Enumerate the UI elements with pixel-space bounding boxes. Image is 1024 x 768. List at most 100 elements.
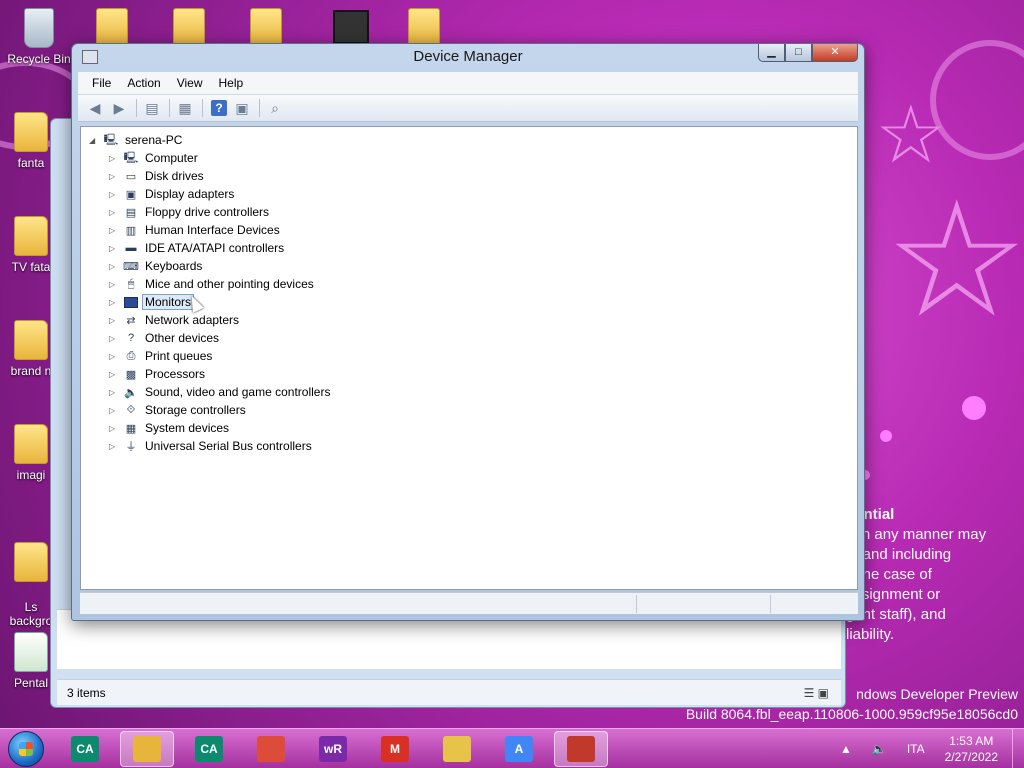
recycle-bin-icon (24, 8, 54, 48)
menu-view[interactable]: View (169, 76, 211, 90)
status-segment (770, 595, 771, 613)
view-toggle-icons[interactable]: ☰ ▣ (804, 686, 829, 700)
show-hidden-icons-arrow[interactable]: ▲ (840, 742, 852, 756)
scan-hardware-changes-icon[interactable]: ⌕ (264, 98, 286, 118)
tree-item-label: Keyboards (145, 259, 203, 273)
wr-icon: wR (319, 735, 347, 762)
collapse-arrow-icon[interactable]: ◢ (89, 136, 99, 145)
tree-root[interactable]: ◢ 🖳 serena-PC (89, 131, 182, 149)
expand-arrow-icon[interactable]: ▷ (109, 172, 119, 181)
tree-item[interactable]: ▷ ⇄ Network adapters (109, 311, 239, 329)
status-segment (636, 595, 637, 613)
show-desktop-button[interactable] (1012, 729, 1024, 768)
credit-agricole-icon: CA (195, 735, 223, 762)
clock[interactable]: 1:53 AM 2/27/2022 (945, 733, 998, 765)
credit-agricole-icon: CA (71, 735, 99, 762)
start-button[interactable] (8, 730, 44, 767)
expand-arrow-icon[interactable]: ▷ (109, 190, 119, 199)
tree-item[interactable]: ▷ ▥ Human Interface Devices (109, 221, 280, 239)
desktop-folder[interactable] (250, 8, 282, 46)
tree-item[interactable]: ▷ 🔈 Sound, video and game controllers (109, 383, 330, 401)
taskbar-app-button[interactable] (120, 730, 174, 767)
mouse-icon: 🖱 (127, 277, 135, 290)
tree-item[interactable]: ▷ ▩ Processors (109, 365, 205, 383)
show-hide-console-tree-icon[interactable]: ▤ (141, 98, 163, 118)
disk-drive-icon: ▭ (125, 170, 137, 183)
legal-line: to and including (846, 546, 952, 563)
taskbar-app-button[interactable] (554, 730, 608, 767)
taskbar-app-button[interactable] (430, 731, 484, 767)
expand-arrow-icon[interactable]: ▷ (109, 154, 119, 163)
expand-arrow-icon[interactable]: ▷ (109, 316, 119, 325)
tree-item[interactable]: ▷ ⌨ Keyboards (109, 257, 202, 275)
help-icon[interactable]: ? (211, 100, 227, 116)
window-title: Device Manager (413, 48, 523, 65)
expand-arrow-icon[interactable]: ▷ (109, 370, 119, 379)
maximize-button[interactable]: □ (785, 44, 812, 62)
tree-item[interactable]: ▷ ▤ Floppy drive controllers (109, 203, 269, 221)
expand-arrow-icon[interactable]: ▷ (109, 442, 119, 451)
tree-item[interactable]: ▷ 🖱 Mice and other pointing devices (109, 275, 314, 293)
taskbar-app-button[interactable]: wR (306, 731, 360, 767)
folder-icon (14, 112, 48, 152)
computer-root-icon: 🖳 (103, 133, 119, 146)
tree-item[interactable]: ▷ ▬ IDE ATA/ATAPI controllers (109, 239, 284, 257)
desktop-folder[interactable] (96, 8, 128, 46)
desktop-folder[interactable] (173, 8, 205, 46)
movie-clapper-icon[interactable] (333, 10, 369, 44)
expand-arrow-icon[interactable]: ▷ (109, 298, 119, 307)
expand-arrow-icon[interactable]: ▷ (109, 334, 119, 343)
legal-line: liability. (846, 626, 895, 643)
tree-item-label: Processors (145, 367, 206, 381)
tree-item[interactable]: ▷ ⟐ Storage controllers (109, 401, 246, 419)
tree-item[interactable]: ▷ ▦ System devices (109, 419, 229, 437)
expand-arrow-icon[interactable]: ▷ (109, 352, 119, 361)
expand-arrow-icon[interactable]: ▷ (109, 280, 119, 289)
expand-arrow-icon[interactable]: ▷ (109, 388, 119, 397)
pentaho-icon (14, 632, 48, 672)
tree-item-label: Storage controllers (145, 403, 246, 417)
menu-file[interactable]: File (84, 76, 119, 90)
tree-item[interactable]: ▷? Other devices (109, 329, 219, 347)
tree-item[interactable]: ▷ ⏚ Universal Serial Bus controllers (109, 437, 312, 455)
toolbar-separator (202, 99, 203, 117)
tree-item[interactable]: ▷ 🖳 Computer (109, 149, 198, 167)
taskbar-app-button[interactable]: A (492, 731, 546, 767)
expand-arrow-icon[interactable]: ▷ (109, 424, 119, 433)
wallpaper-dot (880, 430, 892, 442)
tree-item[interactable]: ▷ ▭ Disk drives (109, 167, 204, 185)
expand-arrow-icon[interactable]: ▷ (109, 262, 119, 271)
action-pane-icon[interactable]: ▣ (231, 98, 253, 118)
status-bar (80, 592, 858, 614)
language-indicator[interactable]: ITA (907, 742, 925, 756)
tree-item[interactable]: ▷ ⎙ Print queues (109, 347, 212, 365)
close-button[interactable]: ✕ (812, 44, 858, 62)
taskbar-app-button[interactable]: CA (182, 731, 236, 767)
expand-arrow-icon[interactable]: ▷ (109, 226, 119, 235)
explorer-icon (133, 735, 161, 762)
properties-icon[interactable]: ▦ (174, 98, 196, 118)
expand-arrow-icon[interactable]: ▷ (109, 244, 119, 253)
menu-action[interactable]: Action (119, 76, 168, 90)
recycle-bin[interactable]: Recycle Bin (4, 8, 74, 66)
menu-help[interactable]: Help (211, 76, 252, 90)
device-tree[interactable]: ◢ 🖳 serena-PC ▷ 🖳 Computer ▷ ▭ Disk drives ▷ ▣ D… (80, 126, 858, 590)
tree-item[interactable]: ▷ ▣ Display adapters (109, 185, 234, 203)
expand-arrow-icon[interactable]: ▷ (109, 208, 119, 217)
tree-item-label: Mice and other pointing devices (145, 277, 314, 291)
device-manager-window[interactable]: Device Manager ▁ □ ✕ File Action View He… (71, 43, 865, 621)
back-arrow-icon[interactable]: ◀ (84, 98, 106, 118)
taskbar-app-button[interactable]: CA (58, 731, 112, 767)
desktop-folder[interactable] (408, 8, 440, 46)
tree-item-label: Floppy drive controllers (145, 205, 270, 219)
wallpaper-dot (962, 396, 986, 420)
taskbar-app-button[interactable] (244, 731, 298, 767)
usb-icon: ⏚ (125, 441, 137, 453)
volume-icon[interactable]: 🔈 (872, 742, 887, 756)
minimize-button[interactable]: ▁ (758, 44, 785, 62)
expand-arrow-icon[interactable]: ▷ (109, 406, 119, 415)
tree-item[interactable]: ▷ Monitors (109, 293, 195, 311)
taskbar-app-button[interactable]: M (368, 731, 422, 767)
explorer-status-bar: 3 items ☰ ▣ (57, 679, 841, 705)
forward-arrow-icon[interactable]: ▶ (108, 98, 130, 118)
